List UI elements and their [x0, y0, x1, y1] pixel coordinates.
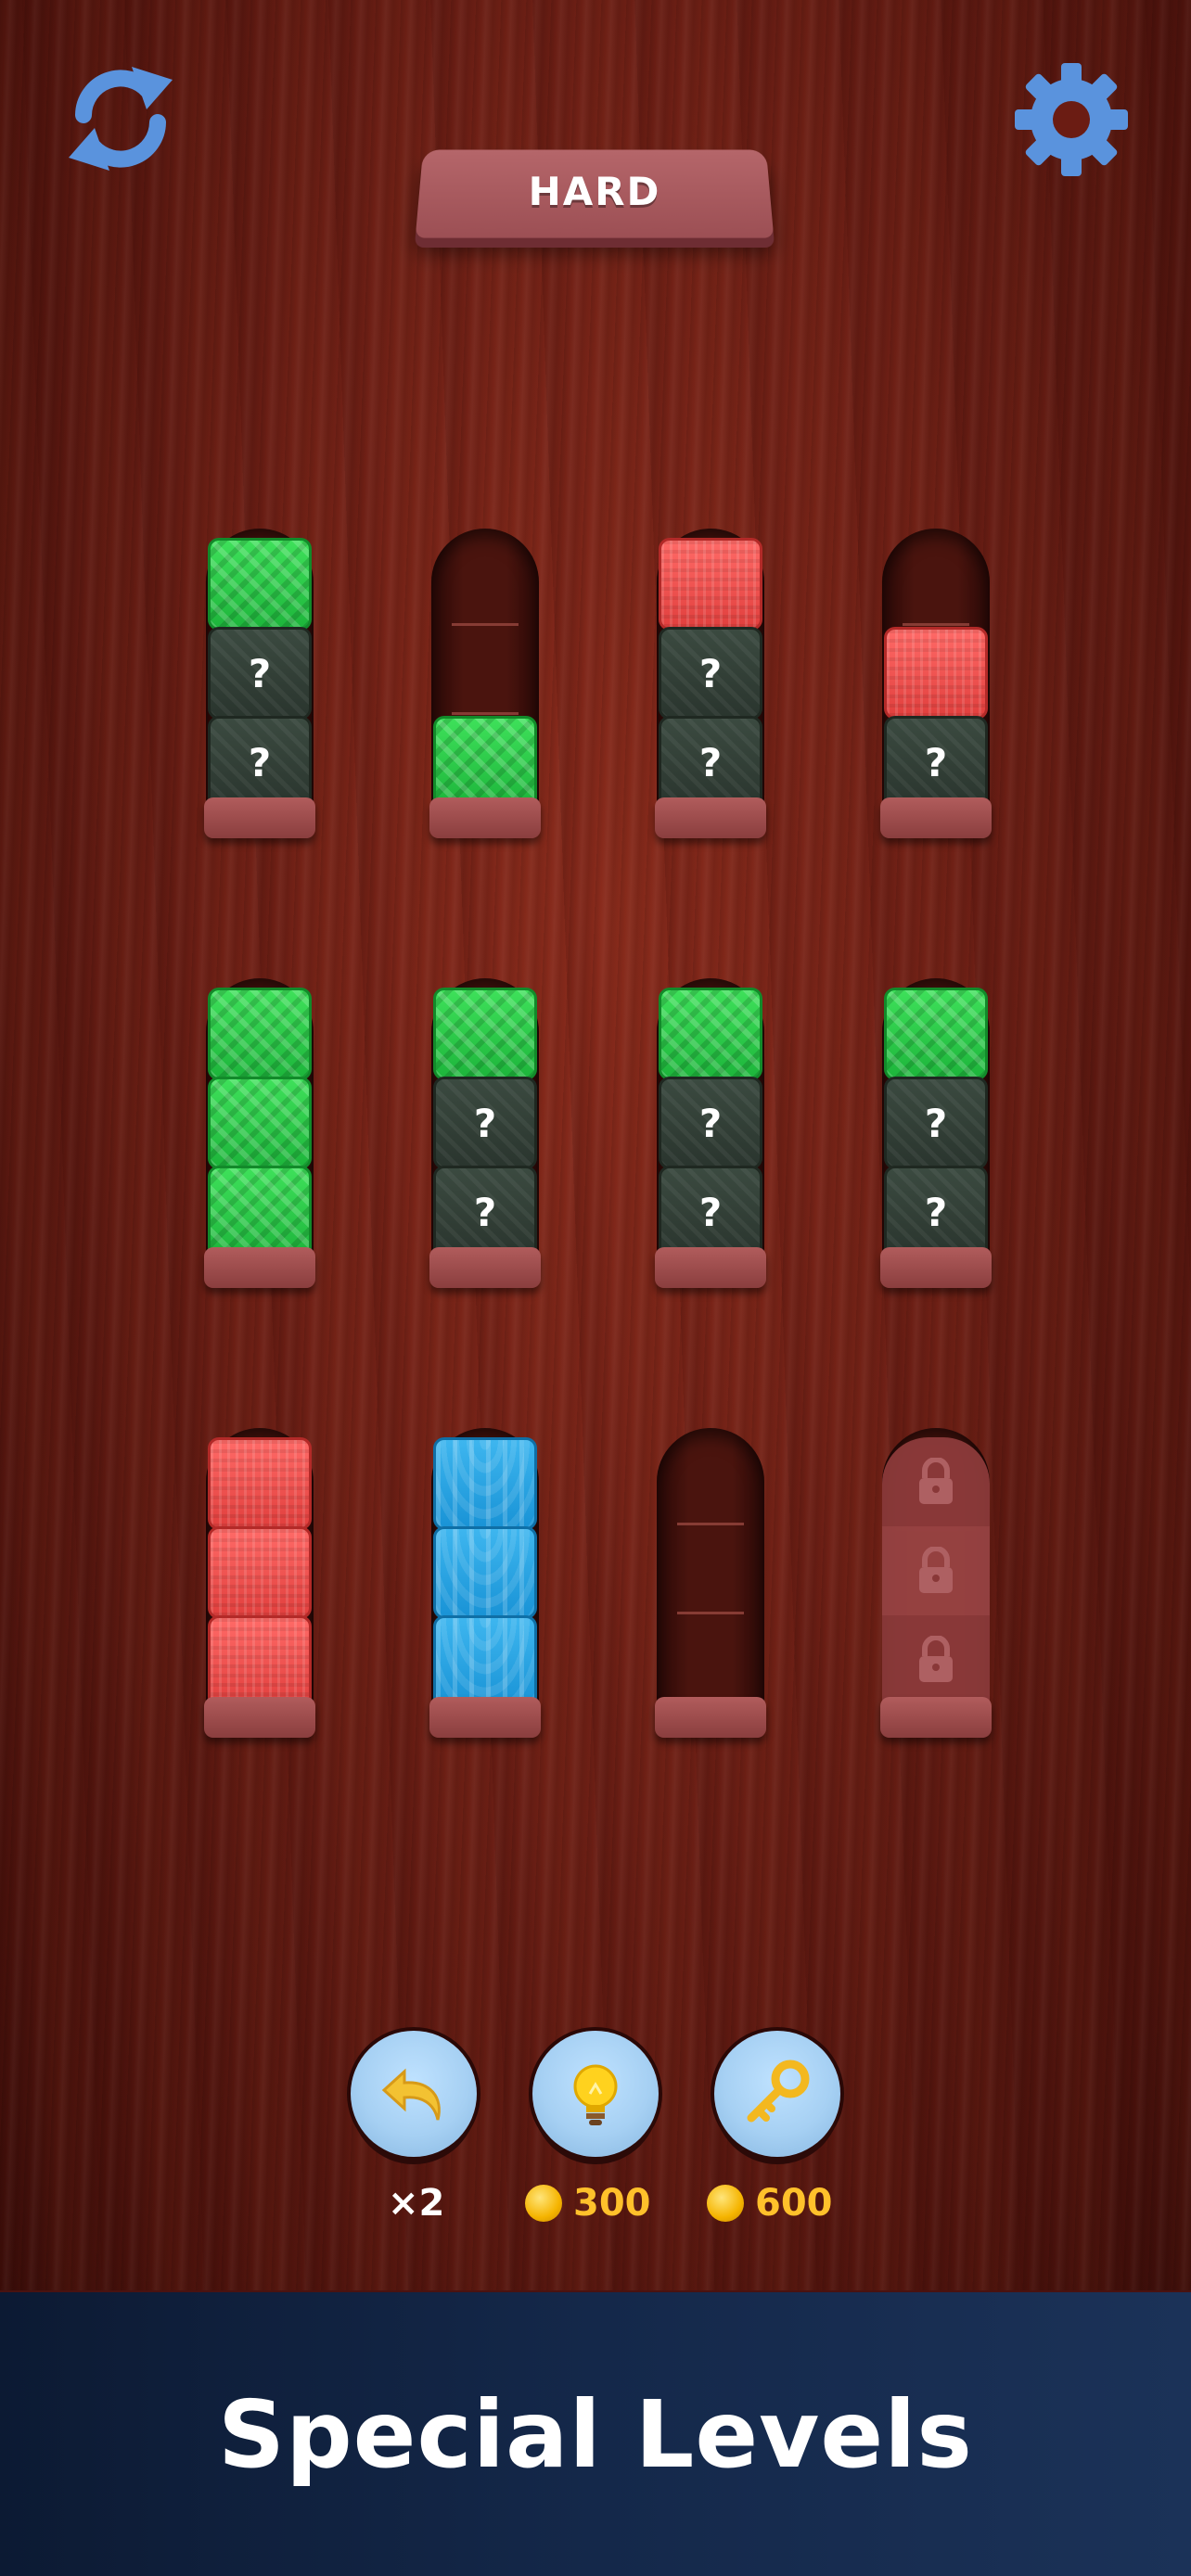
hidden-mark: ? — [924, 1100, 948, 1146]
red-block[interactable] — [208, 1615, 312, 1708]
hidden-mark: ? — [698, 1189, 723, 1235]
undo-button[interactable] — [351, 2031, 477, 2157]
lock-icon — [919, 1547, 953, 1593]
hidden-block[interactable]: ? — [884, 1166, 988, 1258]
promo-title: Special Levels — [218, 2379, 973, 2489]
slot-divider — [677, 1523, 744, 1525]
tube[interactable] — [429, 1428, 541, 1738]
hidden-mark: ? — [473, 1100, 497, 1146]
unlock-cost-value: 600 — [755, 2182, 833, 2225]
tube-base — [204, 1247, 315, 1288]
hidden-mark: ? — [473, 1189, 497, 1235]
hidden-block[interactable]: ? — [433, 1166, 537, 1258]
green-block[interactable] — [208, 1077, 312, 1169]
tube[interactable] — [655, 1428, 766, 1738]
locked-slot — [882, 1526, 990, 1615]
locked-slot — [882, 1437, 990, 1526]
slot-divider — [677, 1612, 744, 1614]
tube-base — [880, 1697, 992, 1738]
hidden-block[interactable]: ? — [884, 716, 988, 809]
undo-count: ×2 — [388, 2182, 445, 2225]
undo-arrow-icon — [381, 2068, 441, 2121]
slot-divider — [452, 712, 519, 715]
red-block[interactable] — [208, 1526, 312, 1619]
tube[interactable]: ?? — [429, 978, 541, 1288]
hidden-block[interactable]: ? — [208, 716, 312, 809]
red-block[interactable] — [208, 1437, 312, 1530]
tube-base — [204, 1697, 315, 1738]
tube-base — [655, 1697, 766, 1738]
coin-icon — [525, 2185, 562, 2222]
green-block[interactable] — [208, 988, 312, 1080]
hidden-mark: ? — [924, 739, 948, 785]
restart-button[interactable] — [63, 61, 178, 176]
hidden-mark: ? — [924, 1189, 948, 1235]
hidden-mark: ? — [248, 739, 272, 785]
green-block[interactable] — [659, 988, 762, 1080]
hint-cost-value: 300 — [573, 2182, 651, 2225]
difficulty-label: HARD — [528, 169, 661, 214]
slot-divider — [903, 623, 969, 626]
tube[interactable]: ?? — [204, 529, 315, 838]
tube[interactable] — [204, 1428, 315, 1738]
locked-tube[interactable] — [880, 1428, 992, 1738]
undo-count-label: ×2 — [388, 2182, 445, 2225]
tube-base — [429, 1697, 541, 1738]
tube-base — [880, 797, 992, 838]
green-block[interactable] — [884, 988, 988, 1080]
tube[interactable]: ?? — [655, 529, 766, 838]
hidden-block[interactable]: ? — [659, 627, 762, 720]
green-block[interactable] — [433, 988, 537, 1080]
tube[interactable] — [429, 529, 541, 838]
settings-button[interactable] — [1013, 61, 1130, 178]
difficulty-banner: HARD — [415, 148, 775, 247]
hint-cost: 300 — [525, 2182, 651, 2225]
coin-icon — [707, 2185, 744, 2222]
locked-slot — [882, 1615, 990, 1704]
slot-divider — [452, 623, 519, 626]
green-block[interactable] — [208, 538, 312, 631]
hidden-block[interactable]: ? — [659, 716, 762, 809]
refresh-icon — [69, 67, 173, 171]
red-block[interactable] — [659, 538, 762, 631]
hidden-block[interactable]: ? — [433, 1077, 537, 1169]
hidden-block[interactable]: ? — [659, 1077, 762, 1169]
lock-icon — [919, 1458, 953, 1504]
hint-button[interactable] — [532, 2031, 659, 2157]
hidden-mark: ? — [698, 1100, 723, 1146]
tube-base — [429, 1247, 541, 1288]
tube[interactable]: ?? — [655, 978, 766, 1288]
gear-icon — [1015, 63, 1128, 176]
game-board — [0, 0, 1191, 2290]
tube-base — [204, 797, 315, 838]
lock-icon — [919, 1636, 953, 1682]
hidden-mark: ? — [248, 650, 272, 696]
green-block[interactable] — [433, 716, 537, 809]
hidden-block[interactable]: ? — [659, 1166, 762, 1258]
hidden-block[interactable]: ? — [884, 1077, 988, 1169]
tube[interactable]: ? — [880, 529, 992, 838]
tube-base — [880, 1247, 992, 1288]
blue-block[interactable] — [433, 1615, 537, 1708]
unlock-key-button[interactable] — [714, 2031, 840, 2157]
blue-block[interactable] — [433, 1526, 537, 1619]
key-icon — [747, 2060, 810, 2123]
red-block[interactable] — [884, 627, 988, 720]
blue-block[interactable] — [433, 1437, 537, 1530]
tube-base — [655, 797, 766, 838]
lightbulb-icon — [573, 2064, 618, 2125]
promo-footer: Special Levels — [0, 2292, 1191, 2576]
tube[interactable]: ?? — [880, 978, 992, 1288]
tube-base — [429, 797, 541, 838]
tube-well — [657, 1428, 764, 1719]
unlock-cost: 600 — [707, 2182, 833, 2225]
hidden-block[interactable]: ? — [208, 627, 312, 720]
tube-base — [655, 1247, 766, 1288]
hidden-mark: ? — [698, 650, 723, 696]
tube[interactable] — [204, 978, 315, 1288]
green-block[interactable] — [208, 1166, 312, 1258]
hidden-mark: ? — [698, 739, 723, 785]
